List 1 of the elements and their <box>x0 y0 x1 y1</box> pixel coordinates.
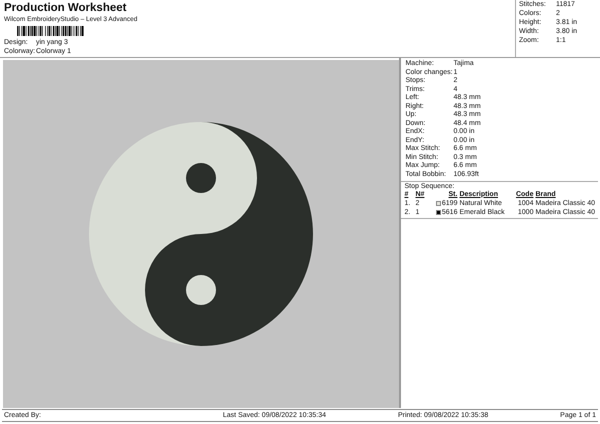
document-title: Production Worksheet <box>4 1 128 15</box>
